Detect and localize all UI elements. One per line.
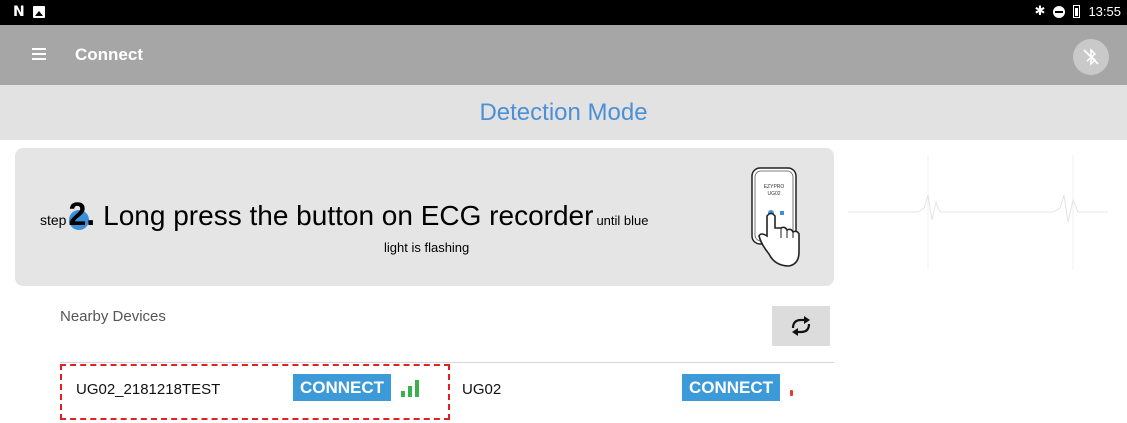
mode-title: Detection Mode [0,85,1127,140]
app-bar: Connect [0,25,1127,85]
app-title: Connect [75,45,143,64]
step-main-text: Long press the button on ECG recorder [103,200,594,231]
signal-weak-icon [790,390,793,396]
refresh-icon [791,316,811,336]
step-word: step [40,212,67,228]
status-bar: N ✱ 13:55 [0,0,1127,25]
do-not-disturb-icon [1053,5,1066,18]
step-small-text: until blue [596,213,649,228]
device-list-item: UG02 CONNECT [462,372,834,404]
list-divider [60,362,834,363]
device-name: UG02 [462,381,502,398]
hamburger-menu-icon[interactable] [32,48,46,60]
step-number: 2. [68,196,96,232]
n-icon: N [13,4,25,20]
bluetooth-disabled-icon [1083,48,1099,66]
image-icon [32,6,45,18]
status-time: 13:55 [1088,4,1121,19]
step-instruction-card: step 2. Long press the button on ECG recor… [15,148,834,286]
status-right-icons: ✱ 13:55 [1035,4,1121,19]
nearby-devices-label: Nearby Devices [60,308,166,325]
highlight-box [60,364,450,420]
device-label-brand: EZYPRO [764,184,785,190]
device-label-model: UG02 [767,191,780,197]
bluetooth-icon: ✱ [1034,4,1046,19]
connect-button[interactable]: CONNECT [682,374,781,401]
refresh-button[interactable] [772,306,830,346]
ecg-recorder-illustration: EZYPRO UG02 [751,167,800,267]
step-line2-text: light is flashing [384,240,470,255]
battery-icon [1073,5,1081,18]
ecg-waveform-decoration [848,155,1108,270]
status-left-icons: N [13,5,45,19]
bluetooth-disabled-button[interactable] [1073,39,1109,75]
step-instruction: step 2. Long press the button on ECG recor… [40,196,649,233]
